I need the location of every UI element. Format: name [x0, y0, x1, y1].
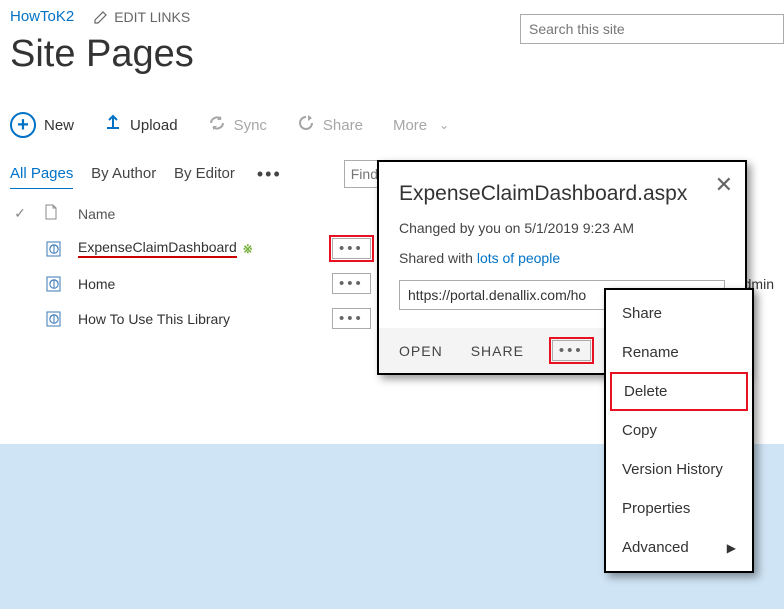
breadcrumb-site-link[interactable]: HowToK2	[10, 8, 74, 25]
sync-button-label: Sync	[234, 117, 267, 134]
doc-type-icon	[44, 204, 64, 223]
menu-item-version-history[interactable]: Version History	[608, 450, 750, 489]
sync-button[interactable]: Sync	[208, 114, 267, 137]
edit-links-button[interactable]: EDIT LINKS	[94, 9, 190, 25]
search-input[interactable]	[520, 14, 784, 44]
select-all-check[interactable]: ✓	[10, 205, 30, 222]
menu-item-rename[interactable]: Rename	[608, 333, 750, 372]
share-button[interactable]: Share	[297, 114, 363, 137]
callout-share-button[interactable]: SHARE	[471, 343, 524, 359]
share-button-label: Share	[323, 117, 363, 134]
chevron-down-icon: ⌄	[439, 118, 449, 132]
sync-icon	[208, 114, 226, 137]
item-title-link[interactable]: Home	[78, 276, 115, 292]
row-ellipsis-button[interactable]: •••	[332, 238, 371, 259]
pencil-icon	[94, 10, 108, 24]
close-icon[interactable]: ✕	[715, 172, 733, 198]
menu-item-delete[interactable]: Delete	[610, 372, 748, 411]
row-ellipsis-button[interactable]: •••	[332, 308, 371, 329]
upload-icon	[104, 113, 122, 137]
page-icon	[44, 275, 64, 293]
new-button[interactable]: + New	[10, 112, 74, 138]
new-badge-icon: ※	[243, 242, 253, 256]
more-button-label: More	[393, 117, 427, 134]
callout-ellipsis-button[interactable]: •••	[552, 340, 591, 361]
item-title-link[interactable]: ExpenseClaimDashboard	[78, 239, 237, 258]
callout-open-button[interactable]: OPEN	[399, 343, 443, 359]
upload-button[interactable]: Upload	[104, 113, 178, 137]
submenu-caret-icon: ▶	[727, 541, 736, 555]
row-ellipsis-button[interactable]: •••	[332, 273, 371, 294]
menu-item-copy[interactable]: Copy	[608, 411, 750, 450]
page-icon	[44, 310, 64, 328]
menu-item-properties[interactable]: Properties	[608, 489, 750, 528]
view-tab-all-pages[interactable]: All Pages	[10, 165, 73, 189]
edit-links-label: EDIT LINKS	[114, 9, 190, 25]
page-icon	[44, 240, 64, 258]
menu-item-share[interactable]: Share	[608, 294, 750, 333]
item-title-link[interactable]: How To Use This Library	[78, 311, 230, 327]
callout-shared-with: Shared with lots of people	[399, 250, 725, 266]
view-tab-by-author[interactable]: By Author	[91, 165, 156, 188]
more-button[interactable]: More ⌄	[393, 117, 449, 134]
new-button-label: New	[44, 117, 74, 134]
view-tab-by-editor[interactable]: By Editor	[174, 165, 235, 188]
callout-shared-link[interactable]: lots of people	[477, 250, 560, 266]
context-menu: ShareRenameDeleteCopyVersion HistoryProp…	[604, 288, 754, 573]
callout-shared-prefix: Shared with	[399, 250, 477, 266]
share-icon	[297, 114, 315, 137]
column-header-name[interactable]: Name	[78, 206, 115, 222]
menu-item-advanced[interactable]: Advanced▶	[608, 528, 750, 567]
toolbar: + New Upload Sync Share More ⌄	[0, 86, 784, 150]
callout-title: ExpenseClaimDashboard.aspx	[399, 182, 725, 206]
views-ellipsis[interactable]: •••	[257, 164, 282, 185]
upload-button-label: Upload	[130, 117, 178, 134]
callout-changed-by: Changed by you on 5/1/2019 9:23 AM	[399, 220, 725, 236]
plus-circle-icon: +	[10, 112, 36, 138]
